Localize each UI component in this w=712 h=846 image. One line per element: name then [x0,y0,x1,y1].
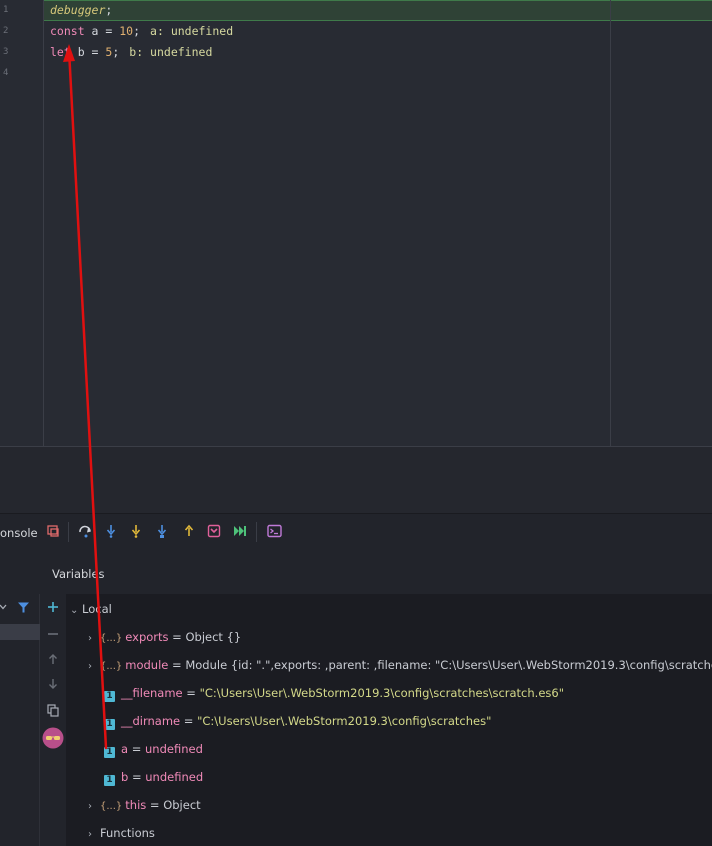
identifier-token: b = [70,45,106,59]
variable-name: module [125,658,169,672]
toolbar-separator [256,522,257,542]
chevron-down-icon[interactable] [0,600,10,614]
scope-label: Local [82,602,112,616]
variable-value: "C:\Users\User\.WebStorm2019.3\config\sc… [197,714,492,728]
functions-node[interactable]: › Functions [88,823,155,843]
object-icon: {...} [100,633,123,644]
line-number: 4 [3,68,9,78]
variable-node-exports[interactable]: › {...} exports = Object {} [88,627,241,647]
variable-node-this[interactable]: › {...} this = Object [88,795,201,815]
variable-eq: = [182,686,200,700]
object-icon: {...} [100,801,123,812]
variable-eq: = [180,714,198,728]
functions-label: Functions [100,826,155,840]
remove-watch-icon[interactable] [45,626,61,642]
primitive-icon: 1 [104,691,115,702]
punctuation-token: ; [133,24,141,38]
copy-icon[interactable] [45,702,61,718]
evaluate-icon[interactable] [265,522,283,540]
variable-node-b[interactable]: 1b = undefined [104,767,203,787]
chevron-right-icon[interactable]: › [88,657,100,677]
line-number: 3 [3,47,9,57]
code-editor[interactable]: 1 2 3 4 debugger; const a = 10; a: undefi… [0,0,712,447]
add-watch-icon[interactable] [45,599,61,615]
smart-step-into-icon[interactable] [153,522,171,540]
variables-title: Variables [52,567,105,581]
variable-node-a[interactable]: 1a = undefined [104,739,203,759]
number-token: 10 [119,24,134,38]
move-up-icon[interactable] [45,651,61,667]
code-line-3[interactable]: let b = 5; b: undefined [50,42,212,63]
primitive-icon: 1 [104,775,115,786]
keyword-token: const [50,24,85,38]
line-number: 2 [3,26,9,36]
restore-layout-icon[interactable] [44,522,62,540]
variable-node-module[interactable]: › {...} module = Module {id: ".",exports: … [88,655,712,675]
variables-tree[interactable]: ⌄ Local › {...} exports = Object {} › {...} m… [66,594,712,846]
variable-value: undefined [145,770,204,784]
code-line-2[interactable]: const a = 10; a: undefined [50,21,233,42]
run-to-cursor-icon[interactable] [205,522,223,540]
variable-name: __filename [121,686,183,700]
editor-gutter[interactable]: 1 2 3 4 [0,0,44,447]
variable-eq: = [128,742,146,756]
object-icon: {...} [100,661,123,672]
variables-side-toolbar [40,594,66,846]
variable-value: Object {} [185,630,242,644]
variable-eq: = [168,658,186,672]
variable-eq: = [128,770,146,784]
inline-debug-value: b: undefined [129,45,213,59]
console-tab[interactable]: onsole [0,526,38,540]
variable-name: exports [125,630,169,644]
variable-name: this [125,798,147,812]
ide-window: 1 2 3 4 debugger; const a = 10; a: undefi… [0,0,712,846]
primitive-icon: 1 [104,719,115,730]
scope-node-local[interactable]: ⌄ Local [70,599,112,619]
punctuation-token: ; [112,45,120,59]
right-margin-guide [610,0,611,447]
primitive-icon: 1 [104,747,115,758]
inline-debug-value: a: undefined [150,24,234,38]
move-down-icon[interactable] [45,676,61,692]
code-line-1[interactable]: debugger; [50,0,112,21]
variable-name: __dirname [121,714,181,728]
glasses-icon[interactable] [42,727,64,749]
variable-value: "C:\Users\User\.WebStorm2019.3\config\sc… [199,686,564,700]
variable-node-filename[interactable]: 1 __filename = "C:\Users\User\.WebStorm20… [104,683,564,703]
frames-panel[interactable] [0,594,40,846]
variable-value: undefined [145,742,203,756]
debug-toolbar: onsole [0,513,712,551]
chevron-right-icon[interactable]: › [88,825,100,845]
frame-list-item[interactable] [0,624,40,640]
line-number: 1 [3,5,9,15]
chevron-right-icon[interactable]: › [88,629,100,649]
resume-icon[interactable] [231,522,249,540]
variable-eq: = [146,798,164,812]
toolbar-separator [68,522,69,542]
variable-value: Module {id: ".",exports: ,parent: ,filen… [185,658,712,672]
panel-splitter-area[interactable] [0,447,712,513]
step-over-icon[interactable] [77,522,95,540]
step-into-icon[interactable] [102,522,120,540]
force-step-into-icon[interactable] [127,522,145,540]
variables-header: Variables [0,551,712,594]
variable-node-dirname[interactable]: 1 __dirname = "C:\Users\User\.WebStorm201… [104,711,491,731]
step-out-icon[interactable] [180,522,198,540]
filter-icon[interactable] [16,600,30,614]
identifier-token: a = [84,24,120,38]
chevron-right-icon[interactable]: › [88,797,100,817]
chevron-down-icon[interactable]: ⌄ [70,601,82,621]
variable-eq: = [168,630,186,644]
punctuation-token: ; [105,3,113,17]
keyword-token: let [50,45,71,59]
variable-name: a [121,742,129,756]
keyword-token: debugger [50,3,106,17]
variable-value: Object [163,798,201,812]
